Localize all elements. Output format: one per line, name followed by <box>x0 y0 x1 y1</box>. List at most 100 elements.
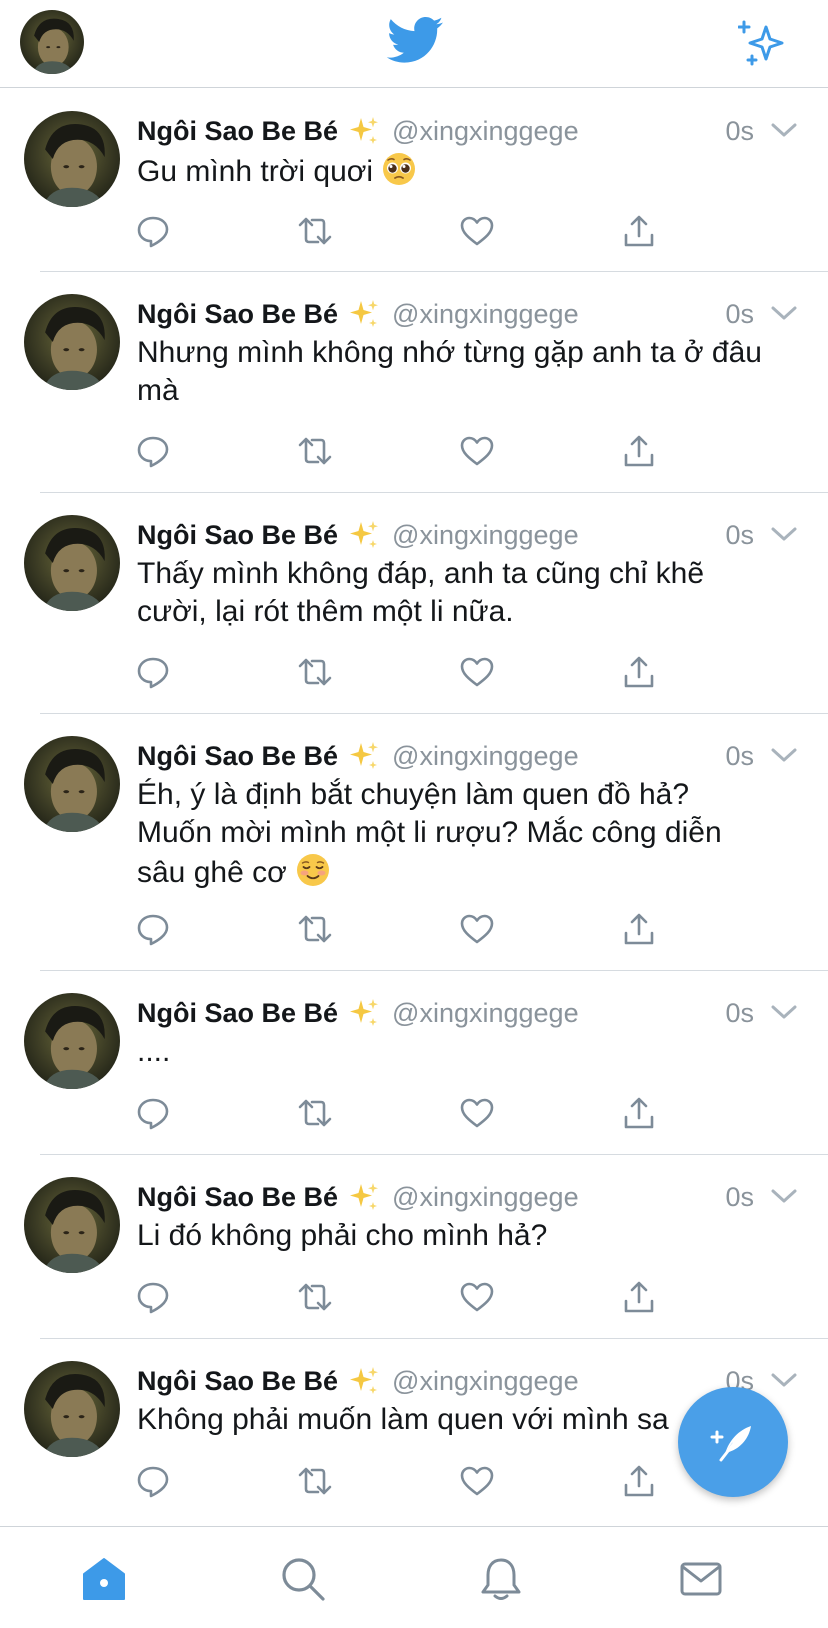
avatar[interactable] <box>24 993 120 1089</box>
reply-icon <box>135 213 171 249</box>
avatar <box>20 10 84 74</box>
retweet-button[interactable] <box>293 1091 337 1135</box>
retweet-button[interactable] <box>293 1275 337 1319</box>
share-button[interactable] <box>617 1459 661 1503</box>
heart-icon <box>459 911 495 947</box>
tweet-body: Li đó không phải cho mình hả? <box>137 1219 548 1252</box>
sparkle-icon[interactable] <box>738 18 790 70</box>
share-button[interactable] <box>617 429 661 473</box>
share-button[interactable] <box>617 907 661 951</box>
avatar[interactable] <box>24 294 120 390</box>
author-handle: @xingxinggege <box>392 740 579 771</box>
home-timeline[interactable]: Ngôi Sao Be Bé @xingxinggege 0s Gu mình … <box>0 89 828 1526</box>
chevron-down-icon[interactable] <box>770 523 798 545</box>
share-button[interactable] <box>617 209 661 253</box>
tweet-timestamp: 0s <box>725 519 754 550</box>
tweet[interactable]: Ngôi Sao Be Bé @xingxinggege 0s Li đó kh… <box>0 1155 828 1339</box>
share-button[interactable] <box>617 1091 661 1135</box>
reply-button[interactable] <box>131 209 175 253</box>
sparkles-emoji-icon <box>348 1181 380 1213</box>
tweet-text: Không phải muốn làm quen với mình sa <box>137 1401 768 1439</box>
retweet-button[interactable] <box>293 209 337 253</box>
tweet[interactable]: Ngôi Sao Be Bé @xingxinggege 0s Nhưng mì… <box>0 272 828 493</box>
chevron-down-icon[interactable] <box>770 1369 798 1391</box>
author-name[interactable]: Ngôi Sao Be Bé <box>137 741 338 772</box>
avatar[interactable] <box>24 111 120 207</box>
author-name[interactable]: Ngôi Sao Be Bé <box>137 1182 338 1213</box>
like-button[interactable] <box>455 1091 499 1135</box>
reply-button[interactable] <box>131 907 175 951</box>
author-name[interactable]: Ngôi Sao Be Bé <box>137 299 338 330</box>
tweet-header: Ngôi Sao Be Bé @xingxinggege 0s <box>137 1177 798 1217</box>
reply-button[interactable] <box>131 429 175 473</box>
share-button[interactable] <box>617 1275 661 1319</box>
reply-button[interactable] <box>131 1275 175 1319</box>
avatar[interactable] <box>24 515 120 611</box>
tweet-timestamp: 0s <box>725 997 754 1028</box>
messages-icon[interactable] <box>677 1555 725 1603</box>
top-navigation-bar <box>0 0 828 88</box>
sparkles-emoji-icon <box>348 740 380 772</box>
chevron-down-icon[interactable] <box>770 1001 798 1023</box>
author-name[interactable]: Ngôi Sao Be Bé <box>137 520 338 551</box>
tweet-actions <box>137 1275 697 1319</box>
tweet-text: Nhưng mình không nhớ từng gặp anh ta ở đ… <box>137 334 768 410</box>
avatar[interactable] <box>24 1177 120 1273</box>
heart-icon <box>459 433 495 469</box>
chevron-down-icon[interactable] <box>770 119 798 141</box>
share-button[interactable] <box>617 650 661 694</box>
retweet-icon <box>297 1463 333 1499</box>
tweet-body: Gu mình trời quơi <box>137 155 374 188</box>
compose-tweet-button[interactable] <box>678 1387 788 1497</box>
retweet-button[interactable] <box>293 429 337 473</box>
tweet-timestamp: 0s <box>725 1181 754 1212</box>
reply-button[interactable] <box>131 1091 175 1135</box>
like-button[interactable] <box>455 209 499 253</box>
like-button[interactable] <box>455 907 499 951</box>
author-handle: @xingxinggege <box>392 298 579 329</box>
retweet-button[interactable] <box>293 1459 337 1503</box>
tweet[interactable]: Ngôi Sao Be Bé @xingxinggege 0s Gu mình … <box>0 89 828 272</box>
profile-avatar-button[interactable] <box>20 10 84 74</box>
search-icon[interactable] <box>279 1555 327 1603</box>
tweet[interactable]: Ngôi Sao Be Bé @xingxinggege 0s Éh, ý là… <box>0 714 828 971</box>
like-button[interactable] <box>455 429 499 473</box>
share-icon <box>621 1279 657 1315</box>
author-handle: @xingxinggege <box>392 115 579 146</box>
chevron-down-icon[interactable] <box>770 744 798 766</box>
tweet-header: Ngôi Sao Be Bé @xingxinggege 0s <box>137 736 798 776</box>
heart-icon <box>459 654 495 690</box>
tweet-header: Ngôi Sao Be Bé @xingxinggege 0s <box>137 294 798 334</box>
retweet-icon <box>297 654 333 690</box>
reply-button[interactable] <box>131 1459 175 1503</box>
tweet-text: Gu mình trời quơi <box>137 151 768 191</box>
tweet-actions <box>137 209 697 253</box>
like-button[interactable] <box>455 1275 499 1319</box>
tweet-header: Ngôi Sao Be Bé @xingxinggege 0s <box>137 515 798 555</box>
like-button[interactable] <box>455 650 499 694</box>
share-icon <box>621 911 657 947</box>
share-icon <box>621 213 657 249</box>
avatar[interactable] <box>24 736 120 832</box>
home-icon[interactable] <box>80 1555 128 1603</box>
chevron-down-icon[interactable] <box>770 1185 798 1207</box>
author-name[interactable]: Ngôi Sao Be Bé <box>137 998 338 1029</box>
bottom-tab-bar <box>0 1526 828 1628</box>
tweet-header: Ngôi Sao Be Bé @xingxinggege 0s <box>137 111 798 151</box>
tweet[interactable]: Ngôi Sao Be Bé @xingxinggege 0s .... <box>0 971 828 1155</box>
chevron-down-icon[interactable] <box>770 302 798 324</box>
reply-icon <box>135 1279 171 1315</box>
sparkles-emoji-icon <box>348 997 380 1029</box>
sparkles-emoji-icon <box>348 1365 380 1397</box>
retweet-button[interactable] <box>293 650 337 694</box>
author-name[interactable]: Ngôi Sao Be Bé <box>137 116 338 147</box>
twitter-bird-icon <box>386 17 443 63</box>
reply-button[interactable] <box>131 650 175 694</box>
tweet[interactable]: Ngôi Sao Be Bé @xingxinggege 0s Thấy mìn… <box>0 493 828 714</box>
like-button[interactable] <box>455 1459 499 1503</box>
notifications-icon[interactable] <box>477 1555 525 1603</box>
retweet-button[interactable] <box>293 907 337 951</box>
author-name[interactable]: Ngôi Sao Be Bé <box>137 1366 338 1397</box>
tweet-actions <box>137 429 697 473</box>
avatar[interactable] <box>24 1361 120 1457</box>
